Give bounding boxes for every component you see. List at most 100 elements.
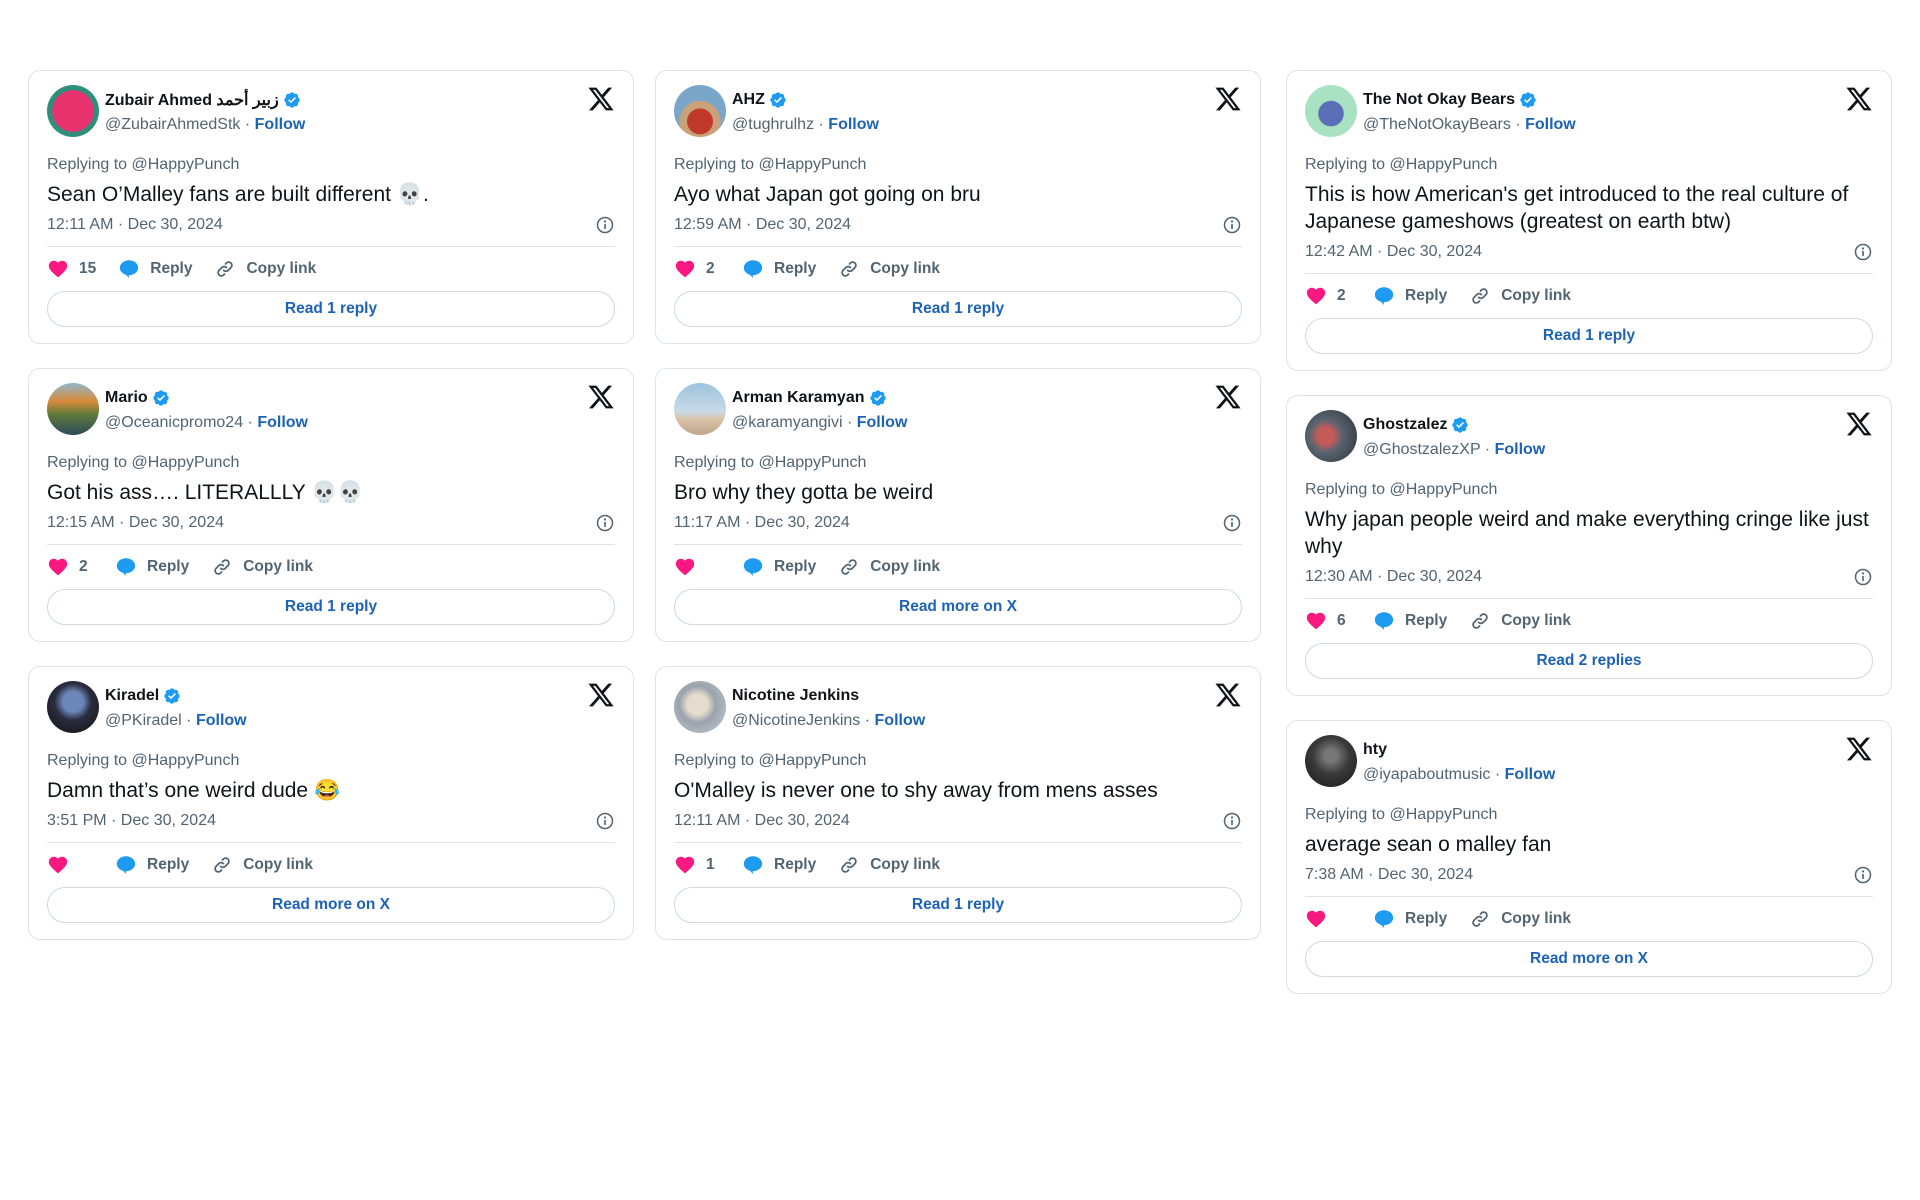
follow-button[interactable]: Follow — [257, 414, 308, 431]
beach-avatar[interactable] — [674, 383, 726, 435]
copy-link-button[interactable]: Copy link — [211, 854, 313, 876]
follow-button[interactable]: Follow — [875, 712, 926, 729]
read-replies-button[interactable]: Read 1 reply — [47, 589, 615, 625]
author-handle[interactable]: @ZubairAhmedStk — [105, 116, 240, 133]
reply-button[interactable]: Reply — [742, 258, 816, 280]
info-icon[interactable] — [595, 513, 615, 533]
follow-button[interactable]: Follow — [255, 116, 306, 133]
author-name[interactable]: Ghostzalez — [1363, 416, 1447, 434]
read-replies-button[interactable]: Read 1 reply — [674, 291, 1242, 327]
copy-link-button[interactable]: Copy link — [838, 556, 940, 578]
landscape-avatar[interactable] — [47, 383, 99, 435]
reply-button[interactable]: Reply — [115, 854, 189, 876]
copy-link-button[interactable]: Copy link — [1469, 285, 1571, 307]
read-replies-button[interactable]: Read 1 reply — [674, 887, 1242, 923]
info-icon[interactable] — [595, 215, 615, 235]
info-icon[interactable] — [1222, 215, 1242, 235]
author-handle[interactable]: @tughrulhz — [732, 116, 814, 133]
timestamp[interactable]: 12:42 AM · Dec 30, 2024 — [1305, 243, 1482, 261]
author-handle[interactable]: @TheNotOkayBears — [1363, 116, 1511, 133]
x-logo-icon[interactable] — [1845, 85, 1873, 113]
bear-avatar[interactable] — [1305, 85, 1357, 137]
timestamp[interactable]: 12:11 AM · Dec 30, 2024 — [47, 216, 223, 234]
x-logo-icon[interactable] — [587, 85, 615, 113]
info-icon[interactable] — [1853, 567, 1873, 587]
read-replies-button[interactable]: Read more on X — [47, 887, 615, 923]
reply-button[interactable]: Reply — [1373, 908, 1447, 930]
like-button[interactable] — [1305, 908, 1351, 930]
hand-avatar[interactable] — [1305, 410, 1357, 462]
x-logo-icon[interactable] — [1214, 681, 1242, 709]
x-logo-icon[interactable] — [1214, 85, 1242, 113]
copy-link-button[interactable]: Copy link — [838, 258, 940, 280]
timestamp[interactable]: 3:51 PM · Dec 30, 2024 — [47, 812, 216, 830]
info-icon[interactable] — [1853, 865, 1873, 885]
copy-link-button[interactable]: Copy link — [1469, 610, 1571, 632]
like-button[interactable] — [674, 556, 720, 578]
info-icon[interactable] — [595, 811, 615, 831]
author-name[interactable]: AHZ — [732, 91, 765, 109]
author-name[interactable]: The Not Okay Bears — [1363, 91, 1515, 109]
x-logo-icon[interactable] — [1214, 383, 1242, 411]
x-logo-icon[interactable] — [1845, 410, 1873, 438]
timestamp[interactable]: 11:17 AM · Dec 30, 2024 — [674, 514, 850, 532]
reply-button[interactable]: Reply — [1373, 610, 1447, 632]
author-handle[interactable]: @GhostzalezXP — [1363, 441, 1480, 458]
follow-button[interactable]: Follow — [1495, 441, 1546, 458]
like-button[interactable]: 2 — [674, 258, 720, 280]
follow-button[interactable]: Follow — [1525, 116, 1576, 133]
x-logo-icon[interactable] — [587, 681, 615, 709]
author-name[interactable]: Kiradel — [105, 687, 159, 705]
letter-a-avatar[interactable] — [47, 85, 99, 137]
reply-button[interactable]: Reply — [118, 258, 192, 280]
like-button[interactable]: 2 — [47, 556, 93, 578]
reply-button[interactable]: Reply — [742, 556, 816, 578]
info-icon[interactable] — [1222, 513, 1242, 533]
author-handle[interactable]: @karamyangivi — [732, 414, 843, 431]
author-name[interactable]: Nicotine Jenkins — [732, 687, 859, 705]
follow-button[interactable]: Follow — [828, 116, 879, 133]
timestamp[interactable]: 12:11 AM · Dec 30, 2024 — [674, 812, 850, 830]
author-handle[interactable]: @iyapaboutmusic — [1363, 766, 1490, 783]
timestamp[interactable]: 7:38 AM · Dec 30, 2024 — [1305, 866, 1473, 884]
reply-button[interactable]: Reply — [115, 556, 189, 578]
warrior-avatar[interactable] — [674, 85, 726, 137]
copy-link-button[interactable]: Copy link — [1469, 908, 1571, 930]
reply-button[interactable]: Reply — [742, 854, 816, 876]
author-handle[interactable]: @PKiradel — [105, 712, 182, 729]
like-button[interactable] — [47, 854, 93, 876]
follow-button[interactable]: Follow — [196, 712, 247, 729]
follow-button[interactable]: Follow — [857, 414, 908, 431]
author-name[interactable]: Arman Karamyan — [732, 389, 865, 407]
read-replies-button[interactable]: Read 1 reply — [1305, 318, 1873, 354]
copy-link-button[interactable]: Copy link — [211, 556, 313, 578]
author-name[interactable]: hty — [1363, 741, 1387, 759]
timestamp[interactable]: 12:59 AM · Dec 30, 2024 — [674, 216, 851, 234]
timestamp[interactable]: 12:15 AM · Dec 30, 2024 — [47, 514, 224, 532]
dog-avatar[interactable] — [674, 681, 726, 733]
x-logo-icon[interactable] — [587, 383, 615, 411]
info-icon[interactable] — [1853, 242, 1873, 262]
read-replies-button[interactable]: Read more on X — [1305, 941, 1873, 977]
like-button[interactable]: 6 — [1305, 610, 1351, 632]
author-handle[interactable]: @NicotineJenkins — [732, 712, 860, 729]
read-replies-button[interactable]: Read more on X — [674, 589, 1242, 625]
read-replies-button[interactable]: Read 2 replies — [1305, 643, 1873, 679]
handle-row: @PKiradel · Follow — [105, 709, 247, 733]
like-button[interactable]: 2 — [1305, 285, 1351, 307]
x-logo-icon[interactable] — [1845, 735, 1873, 763]
author-name[interactable]: Zubair Ahmed زبیر أحمد — [105, 90, 279, 110]
anime-avatar[interactable] — [47, 681, 99, 733]
copy-link-button[interactable]: Copy link — [214, 258, 316, 280]
read-replies-button[interactable]: Read 1 reply — [47, 291, 615, 327]
reply-button[interactable]: Reply — [1373, 285, 1447, 307]
copy-link-button[interactable]: Copy link — [838, 854, 940, 876]
dark-photo-avatar[interactable] — [1305, 735, 1357, 787]
like-button[interactable]: 15 — [47, 258, 96, 280]
follow-button[interactable]: Follow — [1505, 766, 1556, 783]
timestamp[interactable]: 12:30 AM · Dec 30, 2024 — [1305, 568, 1482, 586]
info-icon[interactable] — [1222, 811, 1242, 831]
like-button[interactable]: 1 — [674, 854, 720, 876]
author-name[interactable]: Mario — [105, 389, 148, 407]
author-handle[interactable]: @Oceanicpromo24 — [105, 414, 243, 431]
